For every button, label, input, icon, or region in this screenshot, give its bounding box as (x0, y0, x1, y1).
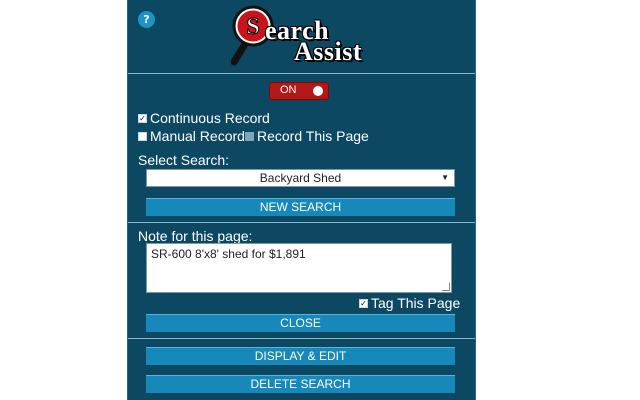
divider (128, 338, 475, 339)
manual-record-checkbox[interactable] (138, 131, 147, 141)
record-this-page-checkbox[interactable] (245, 131, 254, 141)
toggle-knob (313, 86, 323, 96)
note-label: Note for this page: (138, 228, 253, 244)
logo-text-assist: Assist (294, 37, 363, 66)
note-text: SR-600 8'x8' shed for $1,891 (151, 247, 306, 261)
dropdown-arrow-icon: ▼ (441, 173, 449, 182)
search-select[interactable]: Backyard Shed ▼ (146, 169, 455, 187)
divider (128, 222, 475, 223)
note-textarea[interactable]: SR-600 8'x8' shed for $1,891 (146, 243, 452, 293)
continuous-record-checkbox[interactable]: ✓ (138, 113, 147, 123)
on-off-toggle[interactable]: ON (269, 82, 329, 100)
toggle-label: ON (280, 84, 297, 96)
select-search-label: Select Search: (138, 152, 230, 168)
help-icon[interactable]: ? (138, 11, 155, 28)
record-this-page-label: Record This Page (257, 128, 369, 144)
search-select-value: Backyard Shed (259, 171, 342, 185)
tag-this-page-label: Tag This Page (371, 295, 461, 311)
divider (128, 73, 475, 74)
resize-grip-icon[interactable] (442, 283, 450, 291)
delete-search-button[interactable]: DELETE SEARCH (146, 375, 455, 393)
continuous-record-label: Continuous Record (150, 110, 270, 126)
continuous-record-option[interactable]: ✓ Continuous Record (138, 110, 270, 126)
search-assist-logo: S earch Assist (231, 4, 381, 68)
display-edit-button[interactable]: DISPLAY & EDIT (146, 347, 455, 365)
record-this-page-option[interactable]: Record This Page (245, 128, 369, 144)
tag-this-page-checkbox[interactable]: ✓ (359, 298, 368, 308)
tag-this-page-option[interactable]: ✓ Tag This Page (359, 295, 460, 311)
manual-record-label: Manual Record (150, 128, 245, 144)
logo-letter: S (246, 14, 259, 40)
manual-record-option[interactable]: Manual Record (138, 128, 245, 144)
search-assist-panel: ? S earch Assist ON ✓ Continuous Record … (127, 0, 476, 400)
close-button[interactable]: CLOSE (146, 314, 455, 332)
new-search-button[interactable]: NEW SEARCH (146, 198, 455, 216)
